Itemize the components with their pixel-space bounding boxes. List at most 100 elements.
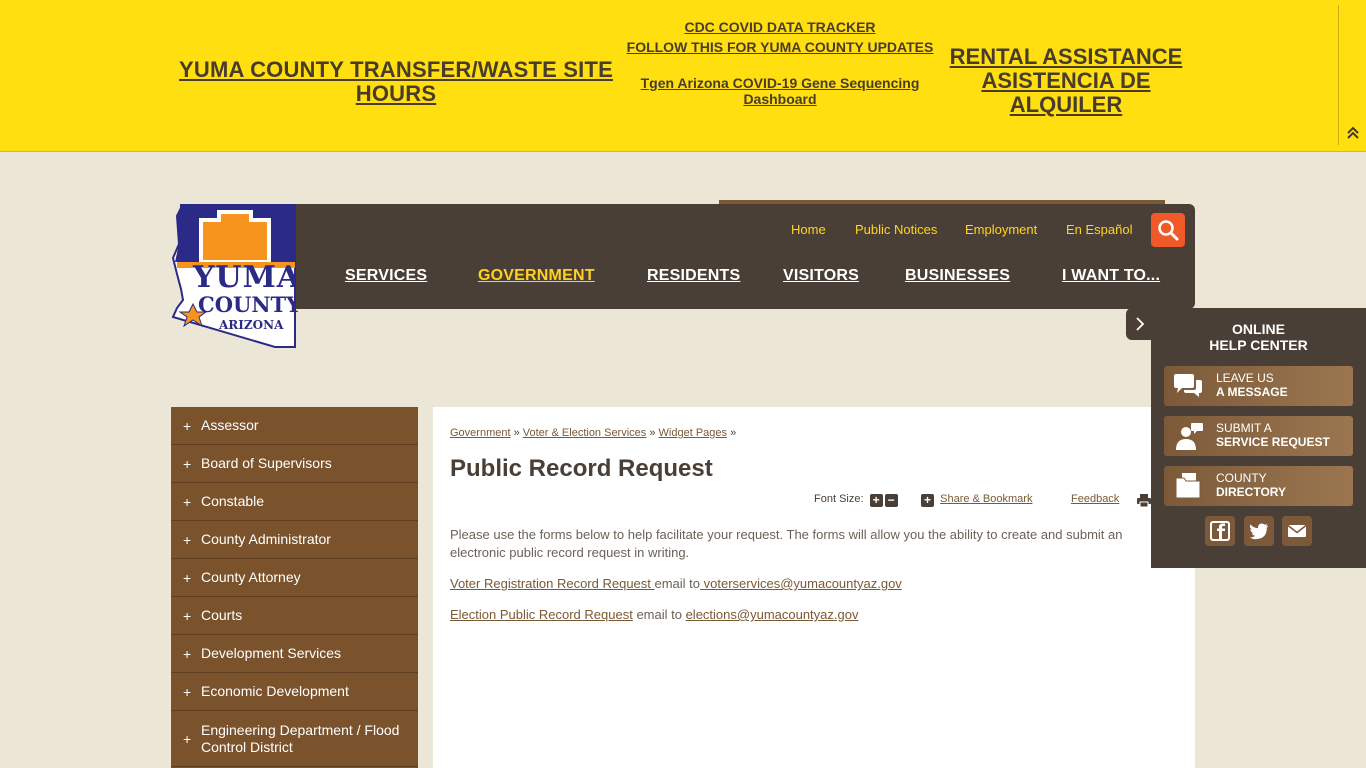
plus-icon: +	[183, 645, 192, 662]
page-title: Public Record Request	[450, 455, 713, 482]
util-link-home[interactable]: Home	[791, 222, 826, 237]
sidebar-item-engineering[interactable]: + Engineering Department / Flood Control…	[171, 711, 418, 767]
service-request-bottom: SERVICE REQUEST	[1216, 435, 1330, 449]
sidebar-item-assessor[interactable]: + Assessor	[171, 407, 418, 445]
person-speech-icon	[1176, 423, 1203, 450]
alert-link-rental-assistance[interactable]: RENTAL ASSISTANCE ASISTENCIA DE ALQUILER	[946, 45, 1186, 117]
breadcrumb-government[interactable]: Government	[450, 427, 511, 439]
plus-icon: +	[183, 531, 192, 548]
sidebar-item-economic-development[interactable]: + Economic Development	[171, 673, 418, 711]
sidebar-item-label: Constable	[201, 493, 265, 509]
service-request-button[interactable]: SUBMIT A SERVICE REQUEST	[1164, 416, 1353, 456]
leave-message-button[interactable]: LEAVE US A MESSAGE	[1164, 366, 1353, 406]
alert-link-waste-site[interactable]: YUMA COUNTY TRANSFER/WASTE SITE HOURS	[176, 58, 616, 106]
feedback-link[interactable]: Feedback	[1071, 493, 1119, 505]
sidebar-item-label: Board of Supervisors	[201, 455, 332, 471]
sidebar: + Assessor + Board of Supervisors + Cons…	[171, 407, 418, 768]
election-record-line: Election Public Record Request email to …	[450, 606, 1150, 624]
breadcrumb-separator: »	[730, 427, 737, 439]
alert-cdc-line-1: CDC COVID DATA TRACKER	[684, 19, 876, 35]
county-directory-text: COUNTY DIRECTORY	[1216, 471, 1286, 499]
help-center-title: ONLINE HELP CENTER	[1151, 321, 1366, 353]
breadcrumb-separator: »	[649, 427, 656, 439]
alert-cdc-line-2: FOLLOW THIS FOR YUMA COUNTY UPDATES	[626, 39, 934, 55]
voter-email-link[interactable]: voterservices@yumacountyaz.gov	[700, 576, 902, 591]
county-directory-bottom: DIRECTORY	[1216, 485, 1287, 499]
county-directory-button[interactable]: COUNTY DIRECTORY	[1164, 466, 1353, 506]
email-to-text: email to	[632, 607, 686, 622]
yuma-county-logo[interactable]: YUMA COUNTY ARIZONA	[171, 203, 301, 349]
help-title-line-1: ONLINE	[1232, 321, 1285, 337]
email-to-text: email to	[654, 576, 701, 591]
election-record-link[interactable]: Election Public Record Request	[450, 607, 633, 622]
alert-link-tgen-dashboard[interactable]: Tgen Arizona COVID-19 Gene Sequencing Da…	[622, 75, 938, 107]
share-bookmark[interactable]: + Share & Bookmark	[921, 493, 1032, 507]
breadcrumb: Government » Voter & Election Services »…	[450, 427, 736, 439]
folder-icon	[1175, 473, 1201, 499]
chevron-double-up-icon[interactable]	[1344, 126, 1362, 144]
breadcrumb-widget-pages[interactable]: Widget Pages	[659, 427, 727, 439]
alert-link-cdc-tracker[interactable]: CDC COVID DATA TRACKER FOLLOW THIS FOR Y…	[622, 17, 938, 57]
county-directory-top: COUNTY	[1216, 471, 1267, 485]
main-navigation	[296, 204, 1195, 309]
util-link-en-espanol[interactable]: En Español	[1066, 222, 1133, 237]
sidebar-item-label: County Administrator	[201, 531, 331, 547]
nav-businesses[interactable]: BUSINESSES	[905, 267, 1010, 285]
facebook-icon[interactable]	[1205, 516, 1235, 546]
breadcrumb-separator: »	[513, 427, 520, 439]
util-link-employment[interactable]: Employment	[965, 222, 1037, 237]
logo-text-yuma: YUMA	[193, 260, 302, 295]
feedback[interactable]: Feedback	[1071, 493, 1119, 505]
sidebar-item-board-of-supervisors[interactable]: + Board of Supervisors	[171, 445, 418, 483]
plus-icon: +	[183, 493, 192, 510]
election-email-link[interactable]: elections@yumacountyaz.gov	[686, 607, 859, 622]
printer-icon[interactable]	[1137, 494, 1151, 510]
sidebar-item-county-attorney[interactable]: + County Attorney	[171, 559, 418, 597]
sidebar-item-label: Engineering Department / Flood Control D…	[201, 721, 400, 755]
intro-text: Please use the forms below to help facil…	[450, 527, 1123, 560]
voter-record-line: Voter Registration Record Request email …	[450, 575, 1150, 593]
nav-visitors[interactable]: VISITORS	[783, 267, 859, 285]
breadcrumb-voter-election[interactable]: Voter & Election Services	[523, 427, 647, 439]
plus-icon: +	[921, 494, 934, 507]
mail-icon[interactable]	[1282, 516, 1312, 546]
share-bookmark-link[interactable]: Share & Bookmark	[940, 493, 1032, 505]
sidebar-item-constable[interactable]: + Constable	[171, 483, 418, 521]
alert-divider	[1338, 5, 1339, 145]
font-size-control: Font Size: + −	[814, 493, 898, 507]
twitter-icon[interactable]	[1244, 516, 1274, 546]
logo-text-county: COUNTY	[198, 292, 302, 317]
search-button[interactable]	[1151, 213, 1185, 247]
voter-registration-link[interactable]: Voter Registration Record Request	[450, 576, 655, 591]
plus-icon: +	[183, 607, 192, 624]
sidebar-item-label: Development Services	[201, 645, 342, 661]
chevron-right-icon	[1136, 317, 1145, 331]
plus-icon: +	[183, 455, 192, 472]
plus-icon[interactable]: +	[869, 494, 883, 507]
sidebar-item-courts[interactable]: + Courts	[171, 597, 418, 635]
nav-services[interactable]: SERVICES	[345, 267, 427, 285]
service-request-top: SUBMIT A	[1216, 421, 1272, 435]
sidebar-item-label: Courts	[201, 607, 243, 623]
sidebar-item-development-services[interactable]: + Development Services	[171, 635, 418, 673]
logo-text-arizona: ARIZONA	[219, 318, 284, 332]
sidebar-item-label: Assessor	[201, 417, 259, 433]
service-request-text: SUBMIT A SERVICE REQUEST	[1216, 421, 1330, 449]
alert-bar: YUMA COUNTY TRANSFER/WASTE SITE HOURS CD…	[0, 0, 1366, 152]
sidebar-item-label: Economic Development	[201, 683, 349, 699]
nav-government[interactable]: GOVERNMENT	[478, 267, 595, 285]
nav-residents[interactable]: RESIDENTS	[647, 267, 740, 285]
help-toggle-button[interactable]	[1126, 308, 1154, 340]
search-icon	[1158, 220, 1179, 241]
minus-icon[interactable]: −	[884, 494, 898, 507]
plus-icon: +	[183, 417, 192, 434]
chat-bubbles-icon	[1174, 374, 1202, 397]
plus-icon: +	[183, 730, 192, 747]
plus-icon: +	[183, 683, 192, 700]
sidebar-item-county-administrator[interactable]: + County Administrator	[171, 521, 418, 559]
font-size-label: Font Size:	[814, 493, 864, 505]
leave-message-text: LEAVE US A MESSAGE	[1216, 371, 1288, 399]
util-link-public-notices[interactable]: Public Notices	[855, 222, 937, 237]
leave-message-top: LEAVE US	[1216, 371, 1274, 385]
nav-i-want-to[interactable]: I WANT TO...	[1062, 267, 1160, 285]
